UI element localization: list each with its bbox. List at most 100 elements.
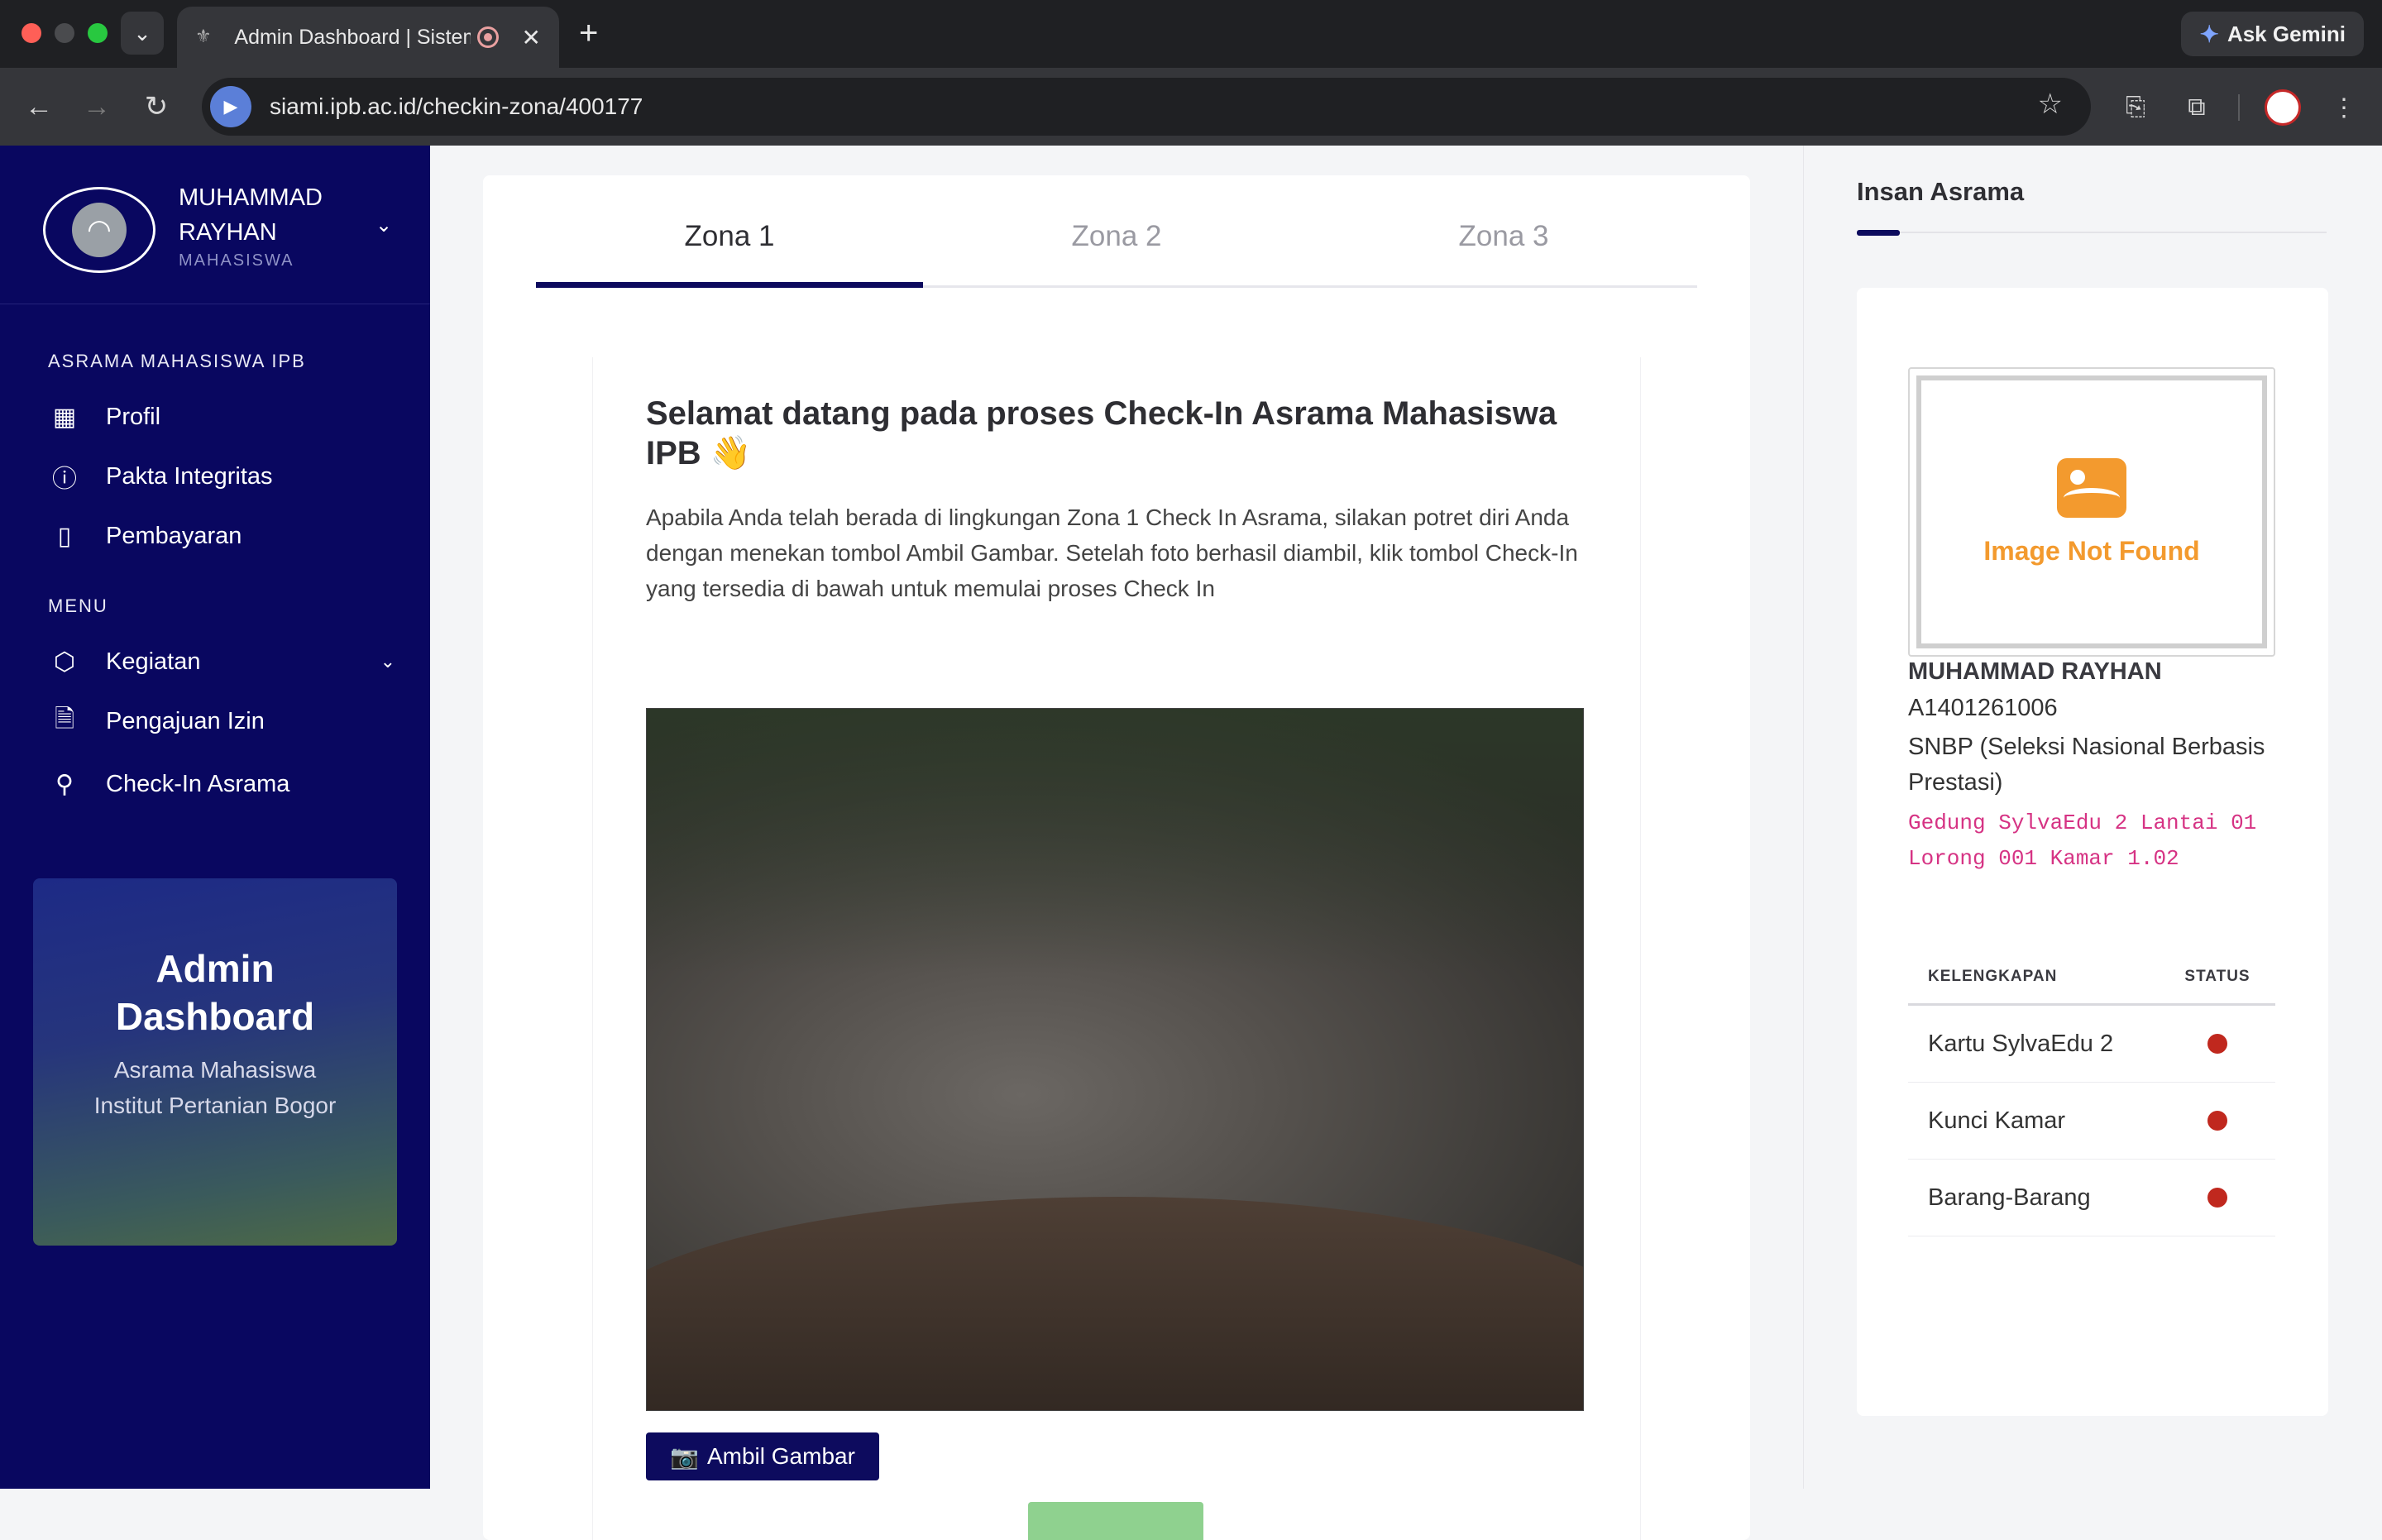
- image-not-found-text: Image Not Found: [1983, 535, 2200, 566]
- title-divider: [1857, 232, 2327, 233]
- sidebar-item-pembayaran[interactable]: ▯ Pembayaran: [48, 513, 395, 559]
- browser-tab[interactable]: ⚜ Admin Dashboard | Sistem ✕: [177, 7, 559, 68]
- status-dot: [2207, 1188, 2227, 1208]
- user-name: MUHAMMAD RAYHAN: [179, 184, 323, 246]
- welcome-heading: Selamat datang pada proses Check-In Asra…: [646, 395, 1557, 471]
- table-row: Kartu SylvaEdu 2: [1908, 1006, 2275, 1083]
- address-bar[interactable]: ▶ siami.ipb.ac.id/checkin-zona/400177 ☆: [202, 78, 2091, 136]
- close-window-button[interactable]: [22, 23, 41, 43]
- avatar: ◠: [43, 187, 155, 273]
- sidebar: ◠ MUHAMMAD RAYHAN MAHASISWA ⌄ ASRAMA MAH…: [0, 146, 430, 1489]
- back-button[interactable]: ←: [18, 86, 60, 127]
- sidebar-item-label: Check-In Asrama: [106, 770, 290, 797]
- completeness-table: KELENGKAPAN STATUS Kartu SylvaEdu 2 Kunc…: [1908, 949, 2275, 1236]
- right-panel: Insan Asrama Image Not Found MUHAMMAD RA…: [1803, 146, 2382, 1489]
- chevron-down-icon: ⌄: [133, 20, 151, 45]
- sidebar-item-pakta-integritas[interactable]: ⓘ Pakta Integritas: [48, 453, 395, 500]
- panel-title: Insan Asrama: [1857, 177, 2025, 206]
- item-label: Barang-Barang: [1928, 1184, 2091, 1211]
- layout-icon: ▦: [52, 403, 77, 431]
- file-icon: 🗎: [54, 705, 75, 733]
- camera-preview: [646, 708, 1584, 1411]
- item-label: Kunci Kamar: [1928, 1107, 2066, 1134]
- resident-name: MUHAMMAD RAYHAN: [1908, 658, 2162, 685]
- table-row: Kunci Kamar: [1908, 1083, 2275, 1160]
- maximize-window-button[interactable]: [88, 23, 108, 43]
- ask-gemini-label: Ask Gemini: [2227, 21, 2346, 46]
- chevron-down-icon[interactable]: ⌄: [375, 213, 392, 237]
- camera-permission-icon[interactable]: ▶: [210, 86, 251, 127]
- sidebar-item-check-in-asrama[interactable]: ⚲ Check-In Asrama: [48, 761, 395, 807]
- url-text[interactable]: siami.ipb.ac.id/checkin-zona/400177: [270, 93, 643, 120]
- gemini-sparkle-icon: ✦: [2199, 21, 2219, 47]
- zone-tabs: Zona 1 Zona 2 Zona 3: [536, 175, 1697, 288]
- instructions-text: Apabila Anda telah berada di lingkungan …: [646, 505, 1578, 601]
- admin-dashboard-card: Admin Dashboard Asrama Mahasiswa Institu…: [33, 878, 397, 1246]
- sidebar-item-label: Pembayaran: [106, 522, 242, 549]
- favicon-icon: ⚜: [195, 26, 212, 46]
- profile-photo: Image Not Found: [1908, 367, 2275, 657]
- ask-gemini-button[interactable]: ✦ Ask Gemini: [2181, 12, 2364, 56]
- resident-room: Gedung SylvaEdu 2 Lantai 01 Lorong 001 K…: [1908, 811, 2257, 871]
- status-dot: [2207, 1111, 2227, 1131]
- bookmark-star-icon[interactable]: ☆: [2038, 88, 2063, 121]
- sidebar-item-label: Pengajuan Izin: [106, 707, 265, 734]
- tab-zona-2[interactable]: Zona 2: [923, 175, 1310, 285]
- sidebar-item-label: Profil: [106, 403, 161, 430]
- extensions-puzzle-icon[interactable]: ⧉: [2179, 89, 2215, 126]
- tab-strip: ⌄ ⚜ Admin Dashboard | Sistem ✕ + ✦ Ask G…: [0, 0, 2382, 68]
- sidebar-item-pengajuan-izin[interactable]: 🗎 Pengajuan Izin: [48, 698, 395, 744]
- admin-card-title: Admin Dashboard: [115, 947, 315, 1038]
- reload-icon: ↻: [144, 91, 169, 122]
- item-label: Kartu SylvaEdu 2: [1928, 1030, 2114, 1057]
- info-icon: ⓘ: [52, 466, 77, 493]
- pdf-extension-icon[interactable]: ⎘: [2117, 89, 2154, 126]
- more-menu-icon[interactable]: ⋮: [2326, 89, 2362, 126]
- profile-avatar[interactable]: [2265, 89, 2301, 126]
- column-header-kelengkapan: KELENGKAPAN: [1928, 967, 2058, 985]
- image-icon: [2057, 457, 2126, 518]
- title-accent: [1857, 230, 1900, 236]
- reload-button[interactable]: ↻: [136, 86, 177, 127]
- table-header: KELENGKAPAN STATUS: [1908, 949, 2275, 1006]
- browser-toolbar: ← → ↻ ▶ siami.ipb.ac.id/checkin-zona/400…: [0, 68, 2382, 146]
- section-title-asrama: ASRAMA MAHASISWA IPB: [48, 351, 306, 371]
- checkin-card: Zona 1 Zona 2 Zona 3 Selamat datang pada…: [483, 175, 1750, 1540]
- chevron-down-icon: ⌄: [380, 651, 395, 672]
- tab-zona-3[interactable]: Zona 3: [1310, 175, 1697, 285]
- resident-card: Image Not Found MUHAMMAD RAYHAN A1401261…: [1857, 288, 2328, 1416]
- close-tab-icon[interactable]: ✕: [522, 24, 541, 51]
- tab-zona-1[interactable]: Zona 1: [536, 175, 923, 288]
- camera-icon: 📷: [670, 1443, 699, 1470]
- checkin-panel: Selamat datang pada proses Check-In Asra…: [592, 357, 1641, 1540]
- user-icon: ◠: [72, 203, 127, 257]
- user-profile-box[interactable]: ◠ MUHAMMAD RAYHAN MAHASISWA ⌄: [0, 146, 430, 304]
- capture-button-label: Ambil Gambar: [706, 1443, 855, 1469]
- column-header-status: STATUS: [2184, 967, 2250, 985]
- table-row: Barang-Barang: [1908, 1160, 2275, 1236]
- book-icon: ▯: [57, 522, 72, 550]
- sidebar-item-label: Pakta Integritas: [106, 462, 273, 490]
- admin-card-subtitle: Asrama Mahasiswa Institut Pertanian Bogo…: [93, 1057, 337, 1118]
- new-tab-button[interactable]: +: [579, 15, 598, 52]
- tab-title: Admin Dashboard | Sistem: [234, 25, 471, 49]
- capture-photo-button[interactable]: 📷 Ambil Gambar: [646, 1432, 879, 1480]
- tab-search-button[interactable]: ⌄: [121, 12, 164, 55]
- minimize-window-button[interactable]: [55, 23, 74, 43]
- forward-button[interactable]: →: [76, 86, 117, 127]
- sidebar-item-kegiatan[interactable]: ⬡ Kegiatan ⌄: [48, 638, 395, 685]
- user-role: MAHASISWA: [179, 251, 294, 270]
- recording-icon: [476, 26, 499, 48]
- map-pin-icon: ⚲: [55, 770, 74, 798]
- resident-admission-path: SNBP (Seleksi Nasional Berbasis Prestasi…: [1908, 734, 2265, 796]
- main-content: Zona 1 Zona 2 Zona 3 Selamat datang pada…: [430, 146, 1803, 1540]
- sidebar-item-profil[interactable]: ▦ Profil: [48, 394, 395, 440]
- arrow-right-icon: →: [83, 90, 111, 122]
- resident-nim: A1401261006: [1908, 695, 2058, 721]
- section-title-menu: MENU: [48, 595, 108, 616]
- status-dot: [2207, 1034, 2227, 1054]
- check-in-button[interactable]: [1028, 1502, 1203, 1540]
- box-icon: ⬡: [53, 648, 76, 676]
- arrow-left-icon: ←: [25, 90, 53, 122]
- browser-chrome: ⌄ ⚜ Admin Dashboard | Sistem ✕ + ✦ Ask G…: [0, 0, 2382, 146]
